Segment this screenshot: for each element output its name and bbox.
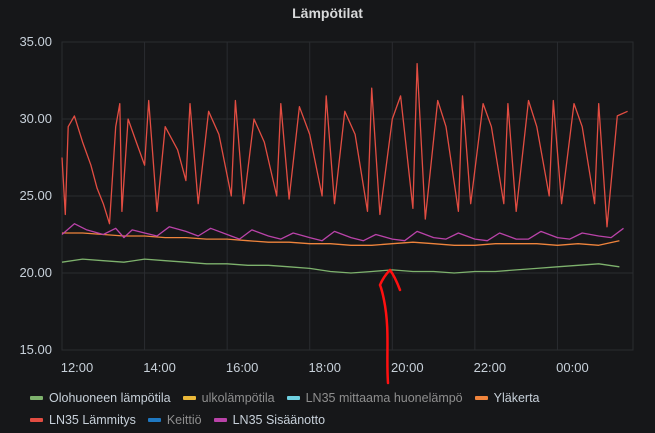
legend-swatch [474, 396, 488, 400]
y-tick-label: 25.00 [19, 188, 52, 203]
legend-swatch [30, 396, 43, 400]
legend-item[interactable]: LN35 mittaama huonelämpö [286, 388, 463, 408]
y-tick-label: 35.00 [19, 34, 52, 49]
series-line-6[interactable] [61, 223, 624, 242]
graph-panel: Lämpötilat 15.00 20.00 25.00 30.00 35.00 12:… [0, 0, 655, 433]
series-line-0[interactable] [61, 258, 620, 274]
chart-series [61, 62, 628, 274]
x-tick-label: 22:00 [474, 360, 507, 375]
x-tick-label: 00:00 [556, 360, 589, 375]
legend-item[interactable]: Olohuoneen lämpötila [30, 388, 171, 408]
x-axis-ticks: 12:00 14:00 16:00 18:00 20:00 22:00 00:00 [61, 360, 589, 375]
legend-swatch [30, 418, 43, 422]
series-line-4[interactable] [61, 62, 628, 228]
line-chart[interactable]: 15.00 20.00 25.00 30.00 35.00 12:00 14:00 16:0… [0, 0, 655, 433]
x-tick-label: 18:00 [308, 360, 341, 375]
legend-label: LN35 Lämmitys [49, 413, 136, 427]
legend-label: LN35 Sisäänotto [232, 413, 326, 427]
legend-swatch [213, 418, 227, 422]
y-axis-ticks: 15.00 20.00 25.00 30.00 35.00 [19, 34, 52, 357]
legend-item[interactable]: Keittiö [147, 410, 202, 430]
legend-label: Yläkerta [493, 391, 540, 405]
legend-label: Olohuoneen lämpötila [49, 391, 171, 405]
legend-item[interactable]: LN35 Lämmitys [30, 410, 136, 430]
legend-swatch [182, 396, 196, 400]
legend-label: Keittiö [166, 413, 202, 427]
legend-item[interactable]: ulkolämpötila [182, 388, 275, 408]
y-tick-label: 20.00 [19, 265, 52, 280]
legend-label: LN35 mittaama huonelämpö [305, 391, 463, 405]
legend-item[interactable]: Yläkerta [474, 388, 540, 408]
y-tick-label: 15.00 [19, 342, 52, 357]
legend-swatch [147, 418, 161, 422]
chart-legend: Olohuoneen lämpötila ulkolämpötila LN35 mi… [30, 386, 650, 430]
x-tick-label: 16:00 [226, 360, 259, 375]
legend-label: ulkolämpötila [201, 391, 275, 405]
y-tick-label: 30.00 [19, 111, 52, 126]
x-tick-label: 12:00 [61, 360, 94, 375]
legend-item[interactable]: LN35 Sisäänotto [213, 410, 326, 430]
legend-swatch [286, 396, 300, 400]
x-tick-label: 14:00 [143, 360, 176, 375]
chart-grid [61, 41, 634, 351]
x-tick-label: 20:00 [391, 360, 424, 375]
